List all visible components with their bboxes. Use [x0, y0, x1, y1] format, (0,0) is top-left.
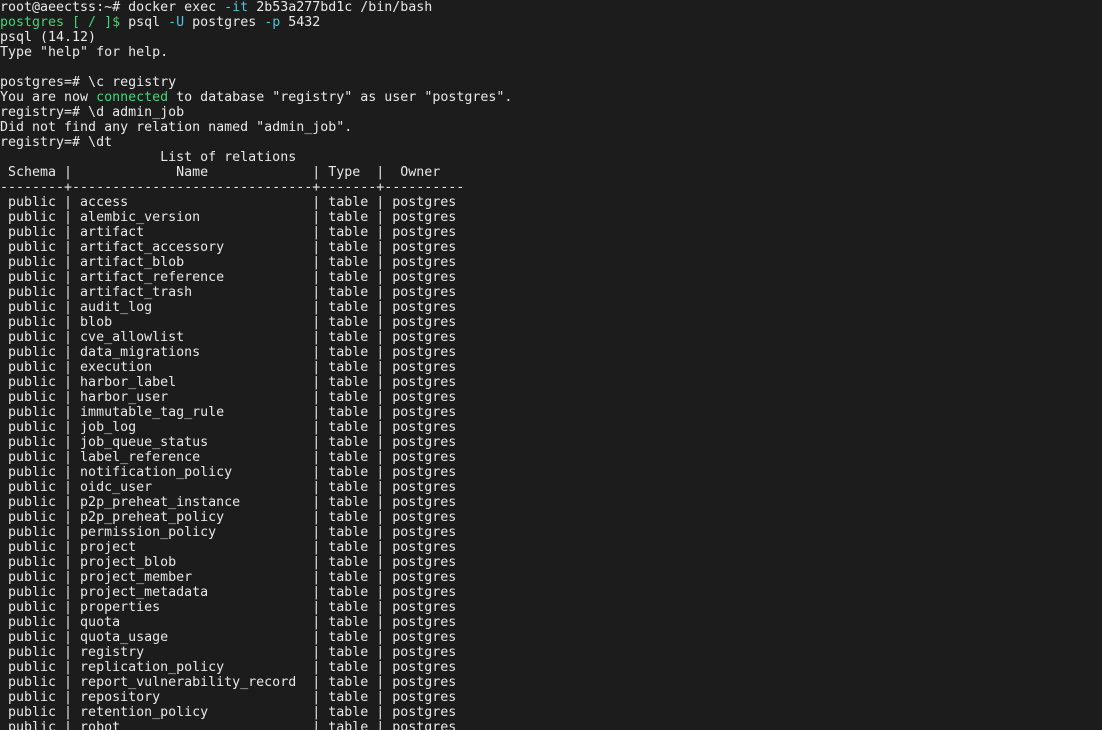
- table-row: public | replication_policy | table | po…: [0, 660, 457, 675]
- psql-user-value: postgres: [184, 15, 265, 30]
- psql-command: psql: [120, 15, 169, 30]
- table-row: public | repository | table | postgres: [0, 690, 457, 705]
- table-row: public | quota | table | postgres: [0, 615, 457, 630]
- table-row: public | immutable_tag_rule | table | po…: [0, 405, 457, 420]
- terminal-line-dt-command: registry=# \dt: [0, 135, 113, 150]
- relations-table: List of relations Schema | Name | Type |…: [0, 150, 1102, 730]
- table-row: public | project_member | table | postgr…: [0, 570, 457, 585]
- table-row: public | retention_policy | table | post…: [0, 705, 457, 720]
- relations-table-header: Schema | Name | Type | Owner: [0, 165, 465, 180]
- terminal-scrollback: root@aeectss:~# docker exec -it 2b53a277…: [0, 0, 1102, 150]
- table-row: public | quota_usage | table | postgres: [0, 630, 457, 645]
- terminal-line-connect-command: postgres=# \c registry: [0, 75, 177, 90]
- relations-table-title: List of relations: [0, 150, 1102, 165]
- table-row: public | artifact_accessory | table | po…: [0, 240, 457, 255]
- psql-port-value: 5432: [280, 15, 321, 30]
- terminal-line-psql-invoke: postgres [ / ]$ psql -U postgres -p 5432: [0, 15, 1102, 30]
- table-row: public | label_reference | table | postg…: [0, 450, 457, 465]
- table-row: public | job_queue_status | table | post…: [0, 435, 457, 450]
- table-row: public | robot | table | postgres: [0, 720, 457, 730]
- table-row: public | registry | table | postgres: [0, 645, 457, 660]
- table-row: public | oidc_user | table | postgres: [0, 480, 457, 495]
- table-row: public | project_blob | table | postgres: [0, 555, 457, 570]
- table-row: public | notification_policy | table | p…: [0, 465, 457, 480]
- terminal-line-relation-not-found: Did not find any relation named "admin_j…: [0, 120, 353, 135]
- terminal-line-docker-exec: root@aeectss:~# docker exec -it 2b53a277…: [0, 0, 1102, 15]
- table-row: public | alembic_version | table | postg…: [0, 210, 457, 225]
- table-row: public | artifact_trash | table | postgr…: [0, 285, 457, 300]
- terminal-line-describe-admin-job: registry=# \d admin_job: [0, 105, 185, 120]
- connected-message-prefix: You are now: [0, 90, 97, 105]
- table-row: public | project | table | postgres: [0, 540, 457, 555]
- shell-prompt: root@aeectss:~# docker exec: [0, 0, 225, 15]
- psql-help-banner: Type "help" for help.: [0, 45, 169, 60]
- table-row: public | data_migrations | table | postg…: [0, 345, 457, 360]
- table-row: public | harbor_label | table | postgres: [0, 375, 457, 390]
- table-row: public | properties | table | postgres: [0, 600, 457, 615]
- table-row: public | project_metadata | table | post…: [0, 585, 457, 600]
- psql-flag-port: -p: [264, 15, 281, 30]
- table-row: public | permission_policy | table | pos…: [0, 525, 457, 540]
- connected-message-suffix: to database "registry" as user "postgres…: [168, 90, 513, 105]
- table-row: public | artifact_reference | table | po…: [0, 270, 457, 285]
- docker-flag-it: -it: [224, 0, 249, 15]
- table-row: public | blob | table | postgres: [0, 315, 457, 330]
- table-row: public | access | table | postgres: [0, 195, 457, 210]
- psql-version-banner: psql (14.12): [0, 30, 97, 45]
- table-row: public | audit_log | table | postgres: [0, 300, 457, 315]
- docker-args: 2b53a277bd1c /bin/bash: [248, 0, 433, 15]
- table-row: public | artifact_blob | table | postgre…: [0, 255, 457, 270]
- table-row: public | artifact | table | postgres: [0, 225, 457, 240]
- psql-flag-user: -U: [168, 15, 185, 30]
- table-row: public | harbor_user | table | postgres: [0, 390, 457, 405]
- relations-table-title-text: List of relations: [0, 150, 297, 165]
- relations-table-separator: --------+------------------------------+…: [0, 180, 465, 195]
- table-row: public | job_log | table | postgres: [0, 420, 457, 435]
- terminal-window[interactable]: root@aeectss:~# docker exec -it 2b53a277…: [0, 0, 1102, 730]
- table-row: public | cve_allowlist | table | postgre…: [0, 330, 457, 345]
- table-row: public | p2p_preheat_policy | table | po…: [0, 510, 457, 525]
- table-row: public | execution | table | postgres: [0, 360, 457, 375]
- terminal-line-connected-message: You are now connected to database "regis…: [0, 90, 1102, 105]
- relations-table-body: public | access | table | postgres publi…: [0, 195, 1102, 730]
- container-prompt: postgres [ / ]$: [0, 15, 121, 30]
- connected-keyword: connected: [96, 90, 169, 105]
- table-row: public | report_vulnerability_record | t…: [0, 675, 457, 690]
- table-row: public | p2p_preheat_instance | table | …: [0, 495, 457, 510]
